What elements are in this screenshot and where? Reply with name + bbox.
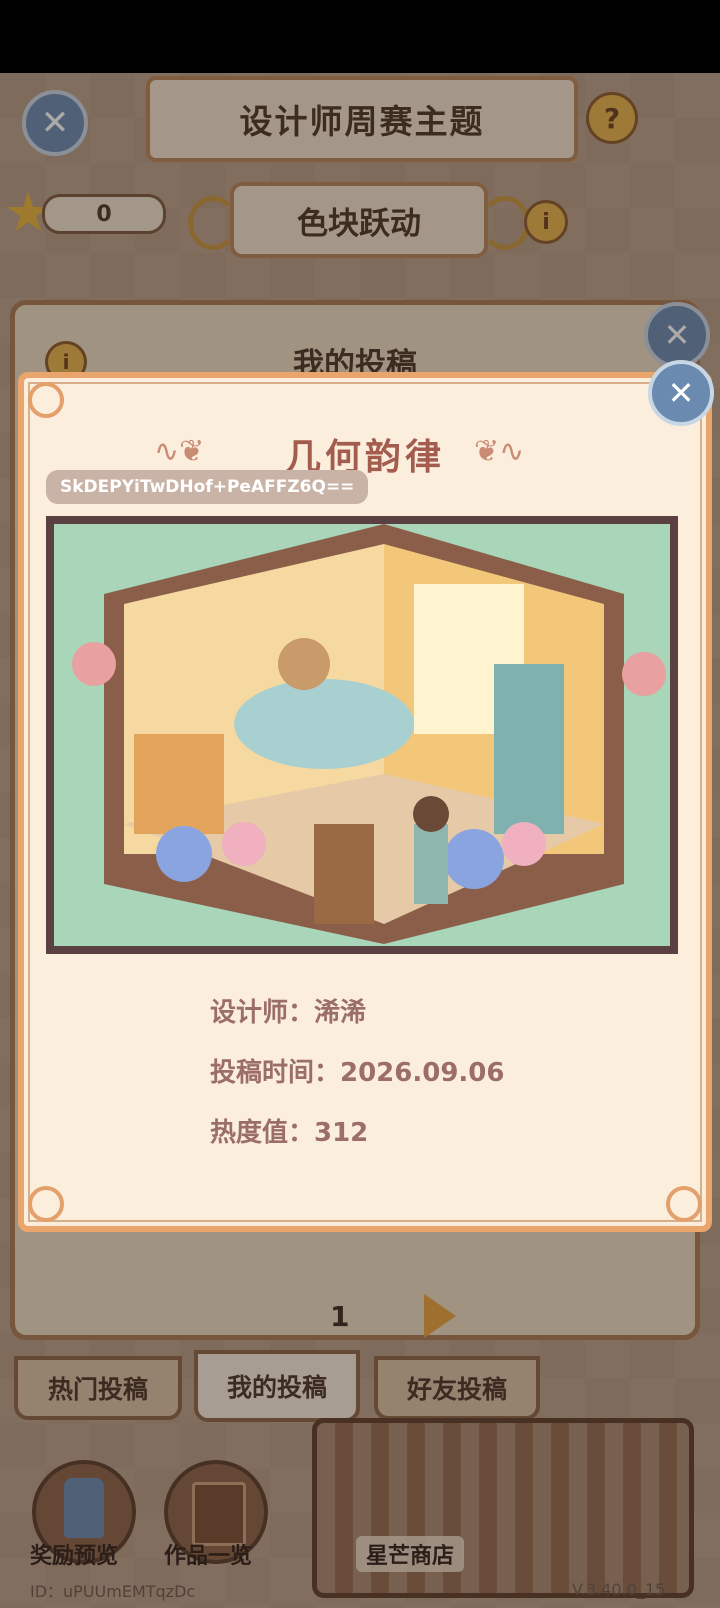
close-icon[interactable]: ✕ [648,360,714,426]
corner-ornament [666,1186,702,1222]
submit-time-info: 投稿时间：2026.09.06 [210,1058,505,1088]
room-illustration [54,524,670,946]
status-bar [0,0,720,73]
corner-ornament [28,382,64,418]
room-artwork-image [46,516,678,954]
heat-value-info: 热度值：312 [210,1118,369,1148]
designer-info: 设计师：浠浠 [210,998,367,1028]
flourish-right-icon: ❦∿ [474,434,525,469]
artwork-detail-modal: ∿❦ 几何韵律 ❦∿ SkDEPYiTwDHof+PeAFFZ6Q== 设计师： [18,372,712,1232]
share-code[interactable]: SkDEPYiTwDHof+PeAFFZ6Q== [46,470,369,504]
corner-ornament [28,1186,64,1222]
